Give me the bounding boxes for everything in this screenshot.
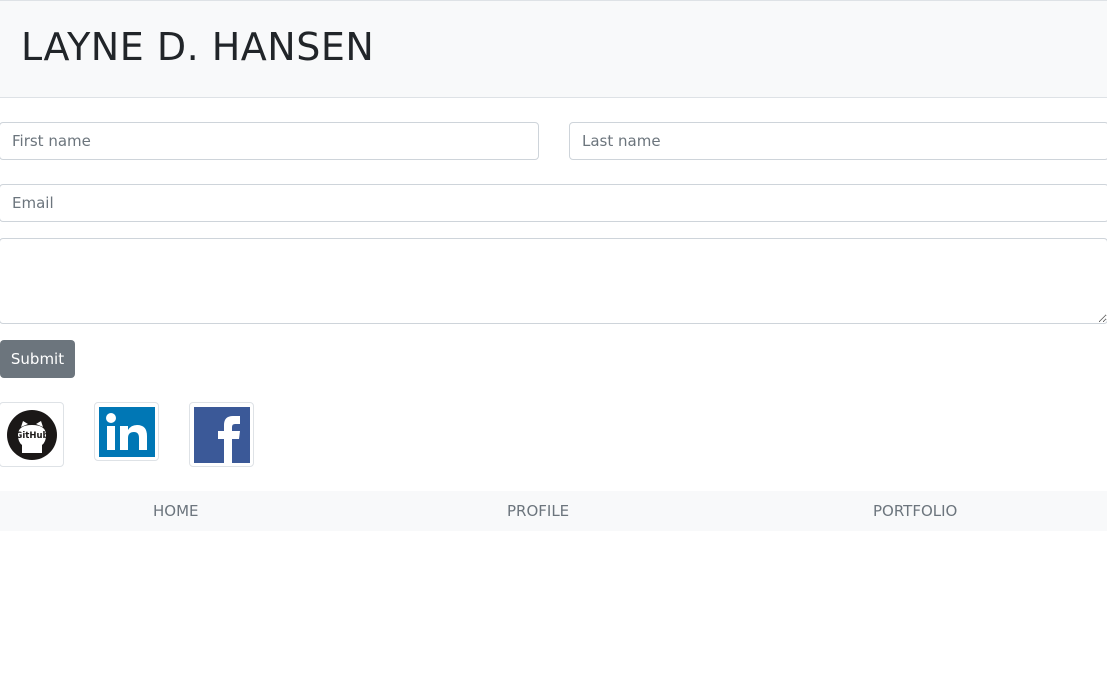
linkedin-icon	[98, 406, 155, 457]
svg-text:GitHub: GitHub	[15, 431, 48, 441]
last-name-field[interactable]	[569, 122, 1107, 160]
page-title: LAYNE D. HANSEN	[21, 25, 375, 69]
nav-home-link[interactable]: HOME	[153, 502, 199, 520]
nav-profile-link[interactable]: PROFILE	[507, 502, 569, 520]
facebook-link[interactable]	[189, 402, 254, 467]
nav-portfolio-link[interactable]: PORTFOLIO	[873, 502, 957, 520]
github-icon: GitHub	[6, 409, 57, 460]
page-header: LAYNE D. HANSEN	[0, 0, 1107, 98]
footer-nav: HOME PROFILE PORTFOLIO	[0, 491, 1107, 531]
github-link[interactable]: GitHub	[0, 402, 64, 467]
linkedin-link[interactable]	[94, 402, 159, 461]
message-textarea[interactable]	[0, 238, 1107, 324]
submit-button[interactable]: Submit	[0, 340, 75, 378]
facebook-icon	[193, 406, 250, 463]
email-field[interactable]	[0, 184, 1107, 222]
first-name-field[interactable]	[0, 122, 539, 160]
